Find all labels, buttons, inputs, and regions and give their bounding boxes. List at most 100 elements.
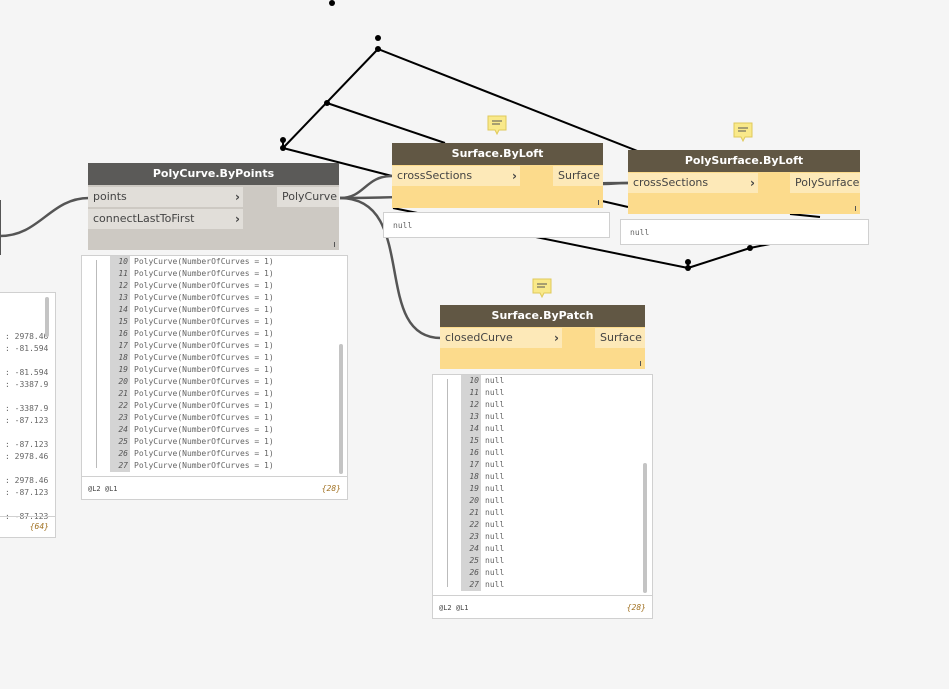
list-item: 17 null [461, 459, 504, 471]
surface-loft-preview[interactable]: null [383, 212, 610, 238]
polycurve-preview[interactable]: 10 PolyCurve(NumberOfCurves = 1) 11 PolyCur… [81, 255, 348, 500]
list-index: 12 [110, 280, 130, 292]
input-port-closed-curve[interactable]: closedCurve › [440, 328, 562, 348]
list-item: 18 null [461, 471, 504, 483]
list-value: null [485, 544, 505, 553]
resize-handle[interactable] [855, 206, 856, 211]
list-value: PolyCurve(NumberOfCurves = 1) [134, 341, 274, 350]
input-port-cross-sections[interactable]: crossSections › [628, 173, 758, 193]
output-port-polycurve[interactable]: PolyCurve [277, 187, 339, 207]
list-item: 14 null [461, 423, 504, 435]
list-value: null [485, 472, 505, 481]
node-polycurve-by-points[interactable]: PolyCurve.ByPoints points › connectLastT… [88, 163, 339, 250]
list-value: PolyCurve(NumberOfCurves = 1) [134, 413, 274, 422]
list-item: 19 null [461, 483, 504, 495]
list-index: 14 [461, 423, 481, 435]
graph-canvas[interactable]: : 2978.46 : -81.594 : -81.594 : -3387.9 : -3… [0, 0, 949, 689]
list-value: null [485, 580, 505, 589]
list-value: null [485, 412, 505, 421]
scrollbar[interactable] [45, 297, 49, 337]
list-value: PolyCurve(NumberOfCurves = 1) [134, 461, 274, 470]
list-index: 26 [461, 567, 481, 579]
scrollbar[interactable] [339, 344, 343, 474]
list-item: 11 PolyCurve(NumberOfCurves = 1) [110, 268, 274, 280]
list-value: : -81.594 [5, 368, 49, 377]
list-item: 22 PolyCurve(NumberOfCurves = 1) [110, 400, 274, 412]
scrollbar[interactable] [643, 463, 647, 593]
port-label: crossSections [633, 176, 709, 189]
list-item: 27 null [461, 579, 504, 591]
divider [0, 516, 55, 517]
wire-to-surface-loft[interactable] [339, 174, 393, 200]
list-value: : -3387.9 [5, 404, 49, 413]
list-index: 18 [110, 352, 130, 364]
input-port-connect-last-to-first[interactable]: connectLastToFirst › [88, 209, 243, 229]
resize-handle[interactable] [640, 361, 641, 366]
list-index: 15 [461, 435, 481, 447]
list-value: PolyCurve(NumberOfCurves = 1) [134, 257, 274, 266]
list-value: null [485, 496, 505, 505]
list-value: : 2978.46 [5, 452, 49, 461]
list-index: 25 [461, 555, 481, 567]
input-port-cross-sections[interactable]: crossSections › [392, 166, 520, 186]
list-item: 26 PolyCurve(NumberOfCurves = 1) [110, 448, 274, 460]
input-port-points[interactable]: points › [88, 187, 243, 207]
list-item: 13 null [461, 411, 504, 423]
list-value: PolyCurve(NumberOfCurves = 1) [134, 269, 274, 278]
list-item: 13 PolyCurve(NumberOfCurves = 1) [110, 292, 274, 304]
list-value: PolyCurve(NumberOfCurves = 1) [134, 377, 274, 386]
list-index: 15 [110, 316, 130, 328]
list-value: null [485, 388, 505, 397]
list-index: 22 [110, 400, 130, 412]
list-index: 26 [110, 448, 130, 460]
output-port-surface[interactable]: Surface [595, 328, 645, 348]
list-levels[interactable]: @L2 @L1 [439, 604, 469, 612]
note-icon[interactable] [532, 278, 552, 299]
output-port-surface[interactable]: Surface [553, 166, 603, 186]
list-value: : -87.123 [5, 440, 49, 449]
polysurface-loft-preview[interactable]: null [620, 219, 869, 245]
resize-handle[interactable] [598, 200, 599, 205]
output-port-polysurface[interactable]: PolySurface [790, 173, 860, 193]
list-value: PolyCurve(NumberOfCurves = 1) [134, 425, 274, 434]
list-value: PolyCurve(NumberOfCurves = 1) [134, 293, 274, 302]
port-label: connectLastToFirst [93, 212, 195, 225]
surface-patch-preview[interactable]: 10 null 11 null 12 null 13 null 14 null 15 null 16 nu… [432, 374, 653, 619]
wire-surface-to-polysurface[interactable] [602, 181, 629, 186]
list-levels[interactable]: @L2 @L1 [88, 485, 118, 493]
node-title: PolySurface.ByLoft [628, 150, 860, 172]
resize-handle[interactable] [334, 242, 335, 247]
preview-value: null [393, 221, 413, 230]
list-value: PolyCurve(NumberOfCurves = 1) [134, 281, 274, 290]
node-surface-by-loft[interactable]: Surface.ByLoft crossSections › Surface [392, 143, 603, 208]
list-item: 16 null [461, 447, 504, 459]
divider [433, 595, 652, 596]
node-surface-by-patch[interactable]: Surface.ByPatch closedCurve › Surface [440, 305, 645, 369]
list-value: PolyCurve(NumberOfCurves = 1) [134, 449, 274, 458]
list-index: 25 [110, 436, 130, 448]
list-index: 19 [461, 483, 481, 495]
list-index: 22 [461, 519, 481, 531]
list-index: 11 [110, 268, 130, 280]
list-value: : -81.594 [5, 344, 49, 353]
left-watch-preview[interactable]: : 2978.46 : -81.594 : -81.594 : -3387.9 : -3… [0, 292, 56, 538]
list-item: 15 null [461, 435, 504, 447]
list-index: 24 [110, 424, 130, 436]
list-item: 23 null [461, 531, 504, 543]
list-value: null [485, 436, 505, 445]
chevron-right-icon: › [235, 190, 240, 204]
list-item: 19 PolyCurve(NumberOfCurves = 1) [110, 364, 274, 376]
wire-into-points[interactable] [0, 196, 90, 238]
note-icon[interactable] [733, 122, 753, 143]
list-item: 12 PolyCurve(NumberOfCurves = 1) [110, 280, 274, 292]
list-value: PolyCurve(NumberOfCurves = 1) [134, 353, 274, 362]
list-index: 16 [110, 328, 130, 340]
node-polysurface-by-loft[interactable]: PolySurface.ByLoft crossSections › PolyS… [628, 150, 860, 214]
list-index: 21 [110, 388, 130, 400]
note-icon[interactable] [487, 115, 507, 136]
list-item: 26 null [461, 567, 504, 579]
list-item: 21 null [461, 507, 504, 519]
list-value: : -3387.9 [5, 380, 49, 389]
list-value: PolyCurve(NumberOfCurves = 1) [134, 305, 274, 314]
list-value: PolyCurve(NumberOfCurves = 1) [134, 329, 274, 338]
